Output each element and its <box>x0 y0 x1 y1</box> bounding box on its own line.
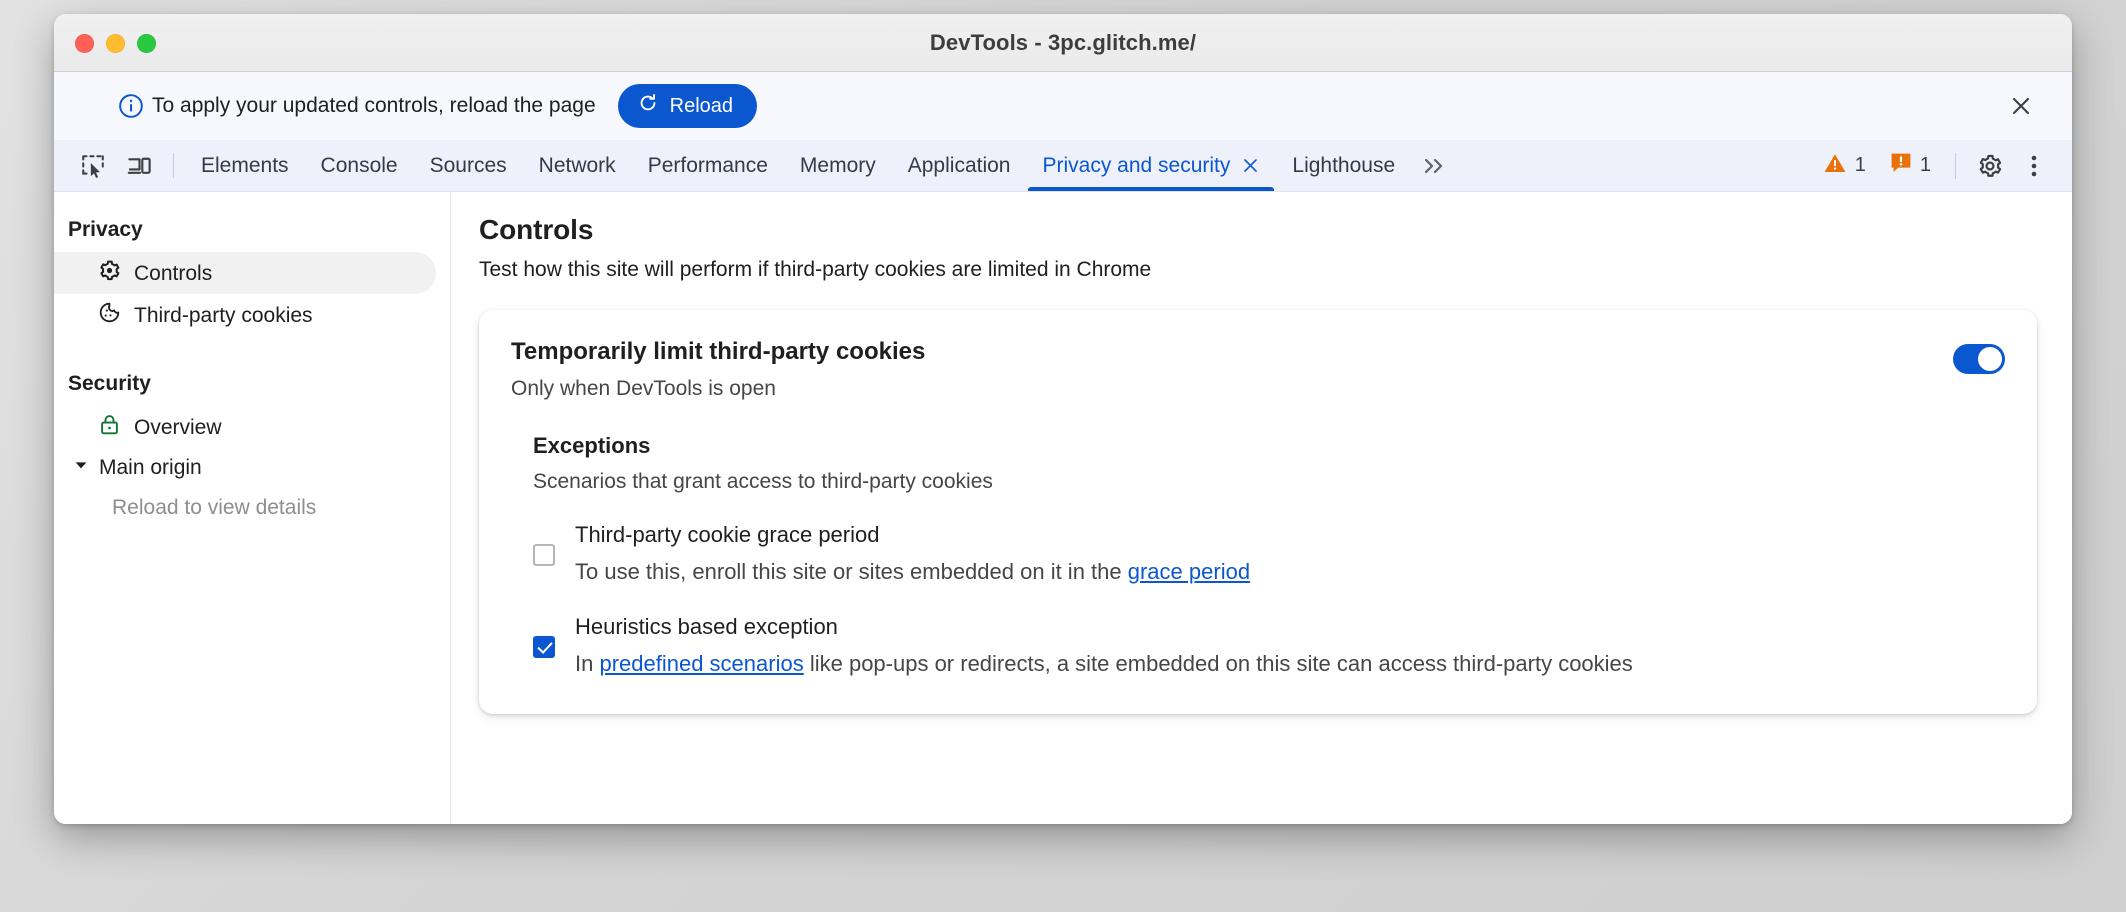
card-header: Temporarily limit third-party cookies On… <box>511 338 2005 401</box>
exceptions-title: Exceptions <box>533 433 2005 459</box>
traffic-lights <box>75 14 156 72</box>
exception-description: In predefined scenarios like pop-ups or … <box>575 651 1633 677</box>
panel-content: Privacy Controls <box>54 192 2072 824</box>
exception-desc-after: like pop-ups or redirects, a site embedd… <box>804 651 1633 676</box>
banner-message: To apply your updated controls, reload t… <box>152 94 596 118</box>
reload-button[interactable]: Reload <box>618 84 757 128</box>
maximize-window-button[interactable] <box>137 34 156 53</box>
close-window-button[interactable] <box>75 34 94 53</box>
info-circle-icon <box>118 93 144 119</box>
tab-label: Console <box>321 154 398 178</box>
inspect-cursor-icon[interactable] <box>70 140 116 191</box>
lock-icon <box>98 413 121 442</box>
sidebar-tree-label: Main origin <box>99 456 202 480</box>
privacy-security-sidebar: Privacy Controls <box>54 192 451 824</box>
tab-label: Network <box>539 154 616 178</box>
toolbar-divider <box>173 153 174 178</box>
grace-period-link[interactable]: grace period <box>1128 559 1250 584</box>
grace-period-checkbox[interactable] <box>533 544 555 566</box>
tab-privacy-and-security[interactable]: Privacy and security <box>1026 140 1276 191</box>
issue-count: 1 <box>1920 154 1931 177</box>
toggle-knob <box>1978 347 2002 371</box>
card-title: Temporarily limit third-party cookies <box>511 338 925 366</box>
heuristics-checkbox[interactable] <box>533 636 555 658</box>
sidebar-item-controls[interactable]: Controls <box>54 252 436 294</box>
page-subtitle: Test how this site will perform if third… <box>479 258 2042 282</box>
tab-label: Performance <box>648 154 768 178</box>
exceptions-section: Exceptions Scenarios that grant access t… <box>511 433 2005 678</box>
page-title: Controls <box>479 214 2042 246</box>
devtools-tabbar: Elements Console Sources Network Perform… <box>54 140 2072 192</box>
kebab-menu-icon[interactable] <box>2014 146 2054 186</box>
tab-label: Application <box>908 154 1011 178</box>
sidebar-tree-main-origin[interactable]: Main origin <box>54 448 436 488</box>
sidebar-group-security: Security <box>54 364 436 406</box>
tab-sources[interactable]: Sources <box>414 140 523 191</box>
minimize-window-button[interactable] <box>106 34 125 53</box>
exception-row-heuristics: Heuristics based exception In predefined… <box>533 614 2005 678</box>
issue-flag-icon <box>1890 152 1912 180</box>
exceptions-subtitle: Scenarios that grant access to third-par… <box>533 470 2005 494</box>
sidebar-tree-note: Reload to view details <box>54 488 436 528</box>
exception-desc-before: In <box>575 651 599 676</box>
tab-network[interactable]: Network <box>523 140 632 191</box>
reload-button-label: Reload <box>670 95 733 118</box>
tab-application[interactable]: Application <box>892 140 1027 191</box>
card-subtitle: Only when DevTools is open <box>511 377 925 401</box>
refresh-icon <box>637 92 659 120</box>
tab-lighthouse[interactable]: Lighthouse <box>1276 140 1411 191</box>
tab-label: Sources <box>430 154 507 178</box>
tab-label: Memory <box>800 154 876 178</box>
tab-console[interactable]: Console <box>305 140 414 191</box>
cookie-icon <box>98 301 121 330</box>
warning-count: 1 <box>1855 154 1866 177</box>
tab-label: Lighthouse <box>1292 154 1395 178</box>
exception-text: Third-party cookie grace period To use t… <box>575 522 1250 586</box>
sidebar-item-overview[interactable]: Overview <box>54 406 436 448</box>
exception-desc-before: To use this, enroll this site or sites e… <box>575 559 1128 584</box>
exception-label: Third-party cookie grace period <box>575 522 1250 548</box>
window-titlebar: DevTools - 3pc.glitch.me/ <box>54 14 2072 72</box>
sidebar-item-label: Overview <box>134 417 222 438</box>
tab-performance[interactable]: Performance <box>632 140 784 191</box>
close-icon[interactable] <box>2004 89 2038 123</box>
devtools-window: DevTools - 3pc.glitch.me/ To apply your … <box>54 14 2072 824</box>
gear-icon <box>98 259 121 288</box>
exception-label: Heuristics based exception <box>575 614 1633 640</box>
controls-panel: Controls Test how this site will perform… <box>451 192 2072 824</box>
panel-tabs: Elements Console Sources Network Perform… <box>185 140 1411 191</box>
issue-counter[interactable]: 1 <box>1880 152 1941 180</box>
chevron-double-right-icon[interactable] <box>1411 140 1461 191</box>
caret-down-icon[interactable] <box>72 456 90 480</box>
warning-triangle-icon <box>1823 152 1847 180</box>
warning-counter[interactable]: 1 <box>1813 152 1876 180</box>
limit-third-party-cookies-toggle[interactable] <box>1953 344 2005 374</box>
exception-description: To use this, enroll this site or sites e… <box>575 559 1250 585</box>
status-divider <box>1955 153 1956 179</box>
tab-memory[interactable]: Memory <box>784 140 892 191</box>
tab-label: Privacy and security <box>1042 154 1230 178</box>
sidebar-spacer <box>54 336 436 364</box>
exception-row-grace-period: Third-party cookie grace period To use t… <box>533 522 2005 586</box>
tab-elements[interactable]: Elements <box>185 140 305 191</box>
sidebar-item-label: Third-party cookies <box>134 305 313 326</box>
reload-banner: To apply your updated controls, reload t… <box>54 72 2072 140</box>
window-title: DevTools - 3pc.glitch.me/ <box>54 30 2072 56</box>
tab-close-icon[interactable] <box>1241 156 1260 175</box>
tabbar-status-area: 1 1 <box>1813 140 2072 191</box>
exception-text: Heuristics based exception In predefined… <box>575 614 1633 678</box>
card-header-text: Temporarily limit third-party cookies On… <box>511 338 925 401</box>
sidebar-item-label: Controls <box>134 263 212 284</box>
tab-label: Elements <box>201 154 289 178</box>
gear-icon[interactable] <box>1970 146 2010 186</box>
device-toolbar-icon[interactable] <box>116 140 162 191</box>
limit-third-party-cookies-card: Temporarily limit third-party cookies On… <box>479 310 2037 714</box>
sidebar-item-third-party-cookies[interactable]: Third-party cookies <box>54 294 436 336</box>
predefined-scenarios-link[interactable]: predefined scenarios <box>599 651 803 676</box>
sidebar-group-privacy: Privacy <box>54 210 436 252</box>
